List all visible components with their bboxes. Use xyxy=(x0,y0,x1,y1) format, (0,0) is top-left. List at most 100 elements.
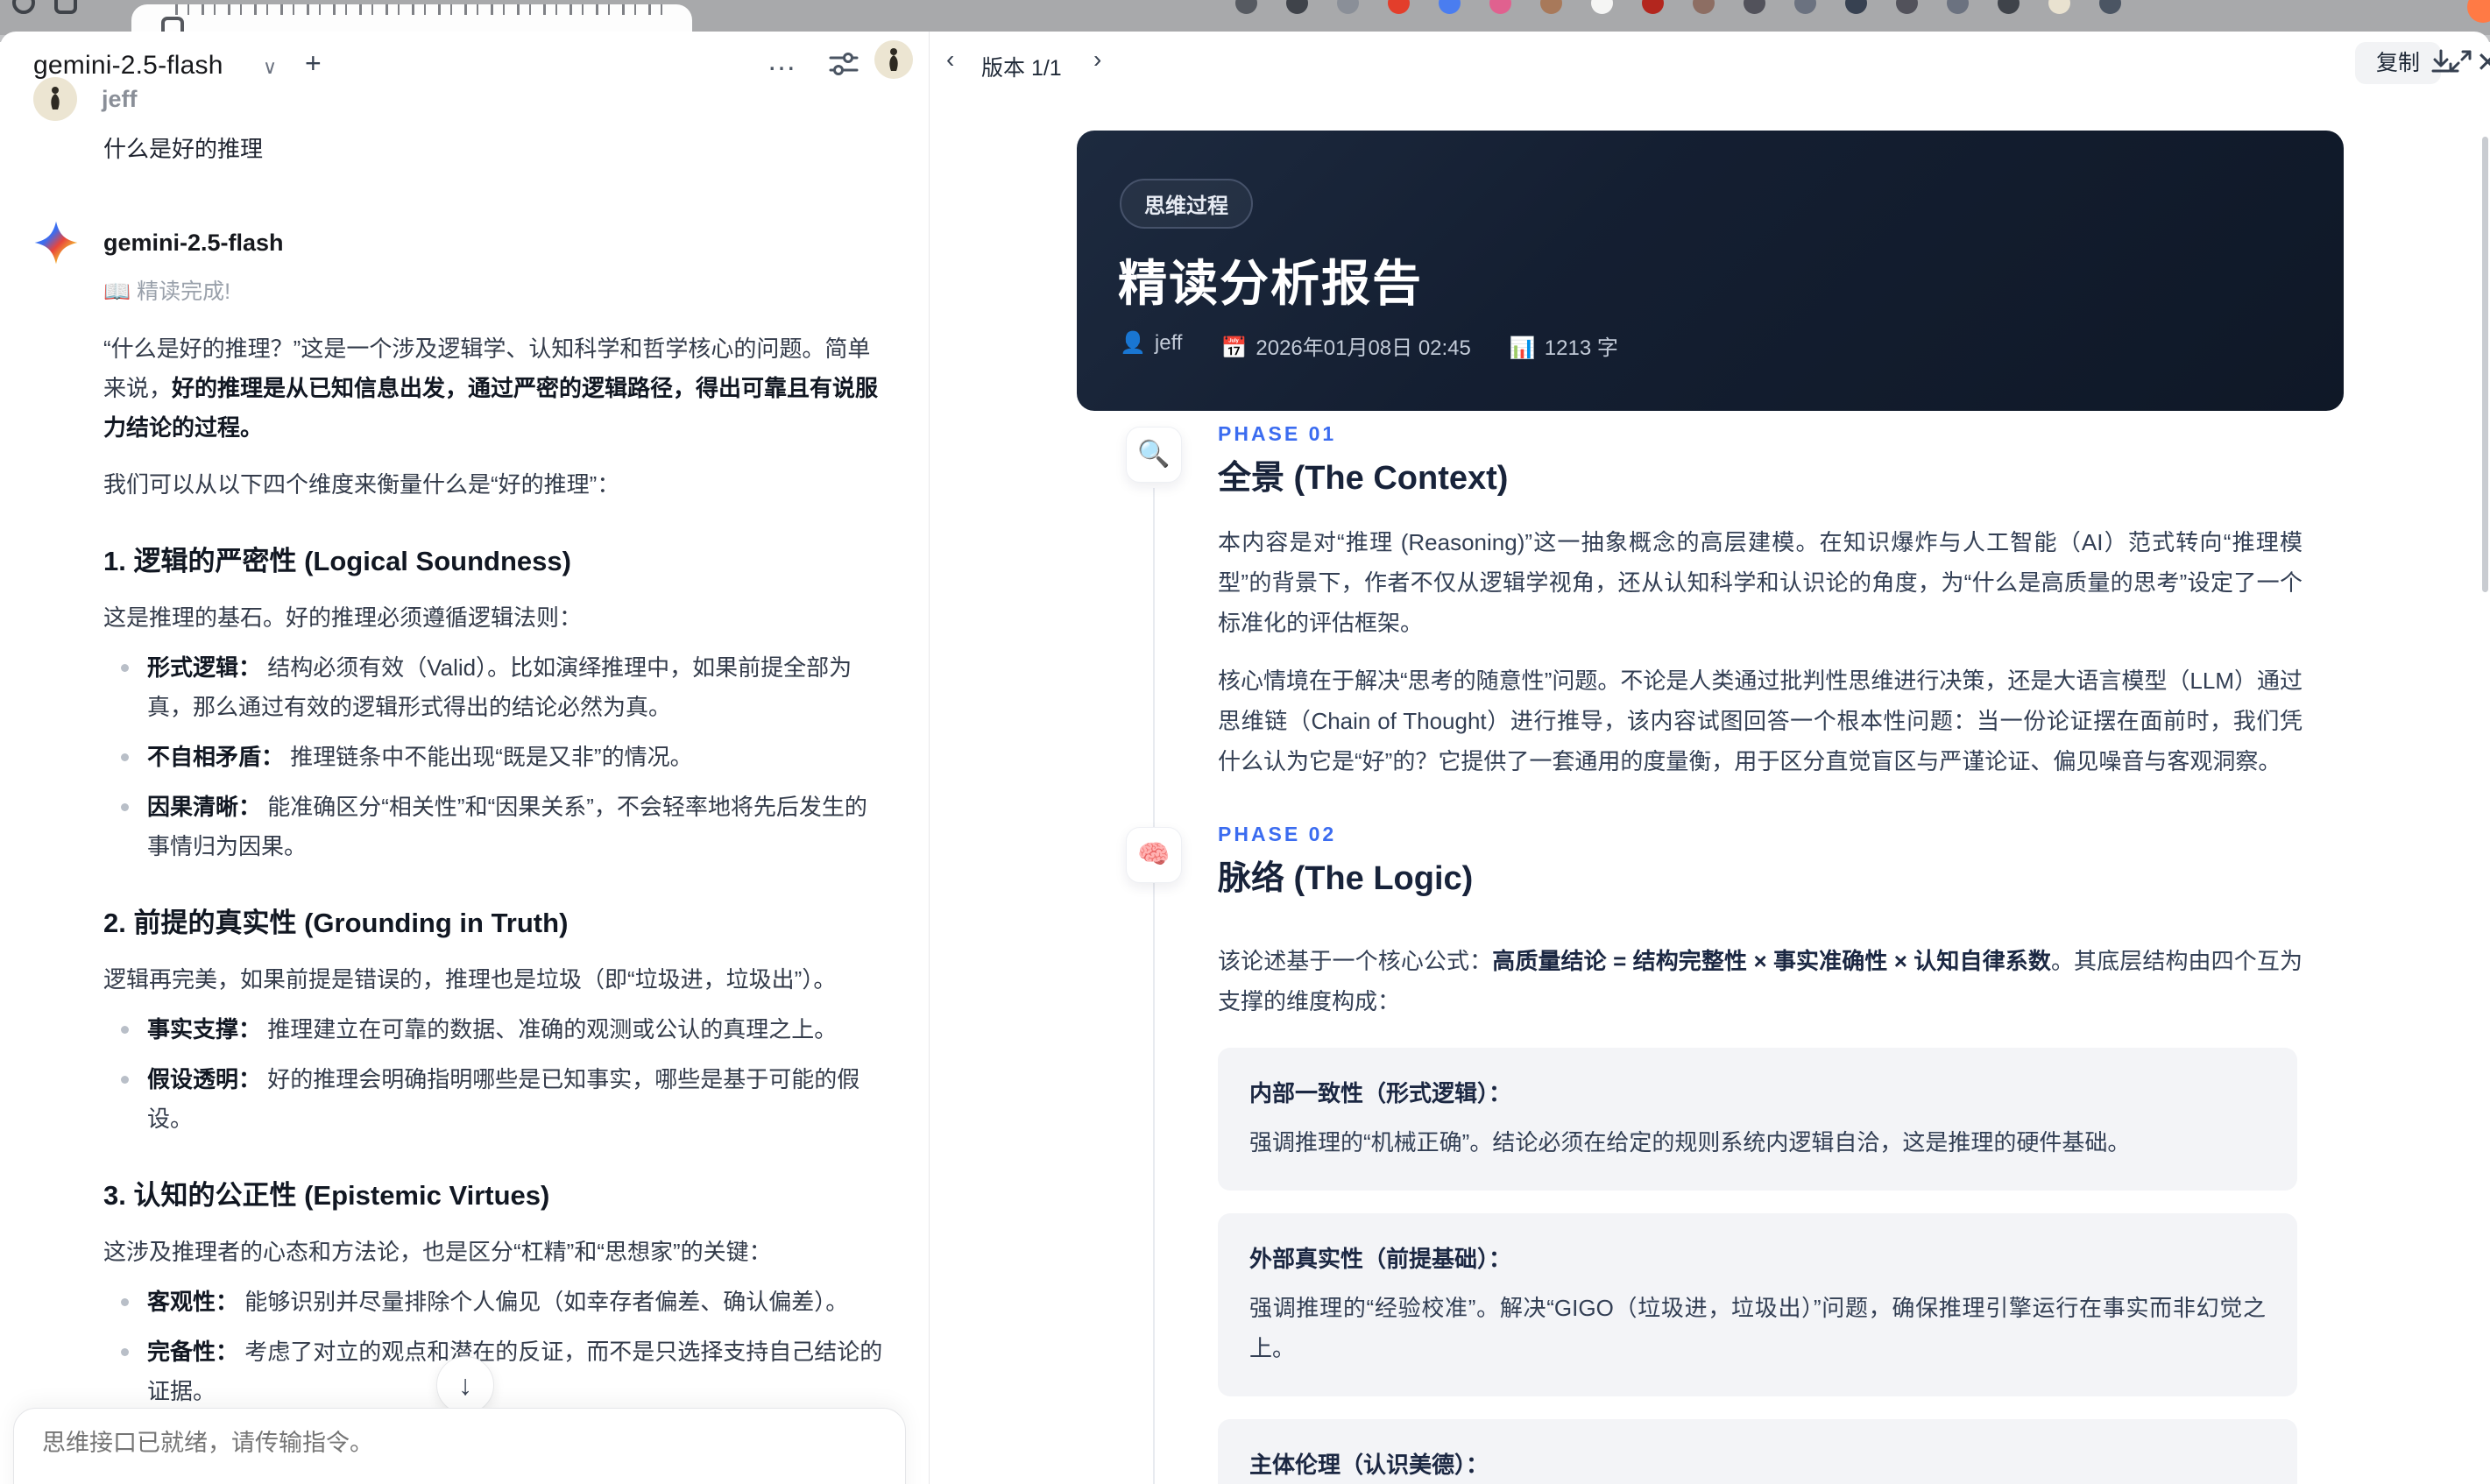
phase-2-label: PHASE 02 xyxy=(1218,823,1337,845)
list-item: 不自相矛盾： 推理链条中不能出现“既是又非”的情况。 xyxy=(103,738,888,777)
version-prev-button[interactable]: ‹ xyxy=(946,46,954,74)
report-title: 精读分析报告 xyxy=(1118,256,1423,311)
extension-icon[interactable] xyxy=(1744,0,1765,14)
section-2-title: 2. 前提的真实性 (Grounding in Truth) xyxy=(103,908,569,938)
list-item: 形式逻辑： 结构必须有效（Valid）。比如演绎推理中，如果前提全部为真，那么通… xyxy=(103,648,888,727)
extension-icons-row[interactable] xyxy=(1235,0,2121,14)
extension-icon[interactable] xyxy=(1845,0,1867,14)
arrow-down-icon: ↓ xyxy=(458,1369,472,1401)
extension-icon[interactable] xyxy=(1896,0,1918,14)
author-icon: 👤 xyxy=(1120,331,1146,355)
list-item: 因果清晰： 能准确区分“相关性”和“因果关系”，不会轻率地将先后发生的事情归为因… xyxy=(103,788,888,866)
card-text: 强调推理的“经验校准”。解决“GIGO（垃圾进，垃圾出）”问题，确保推理引擎运行… xyxy=(1249,1295,2266,1361)
browser-chrome xyxy=(0,0,2490,35)
card-title: 内部一致性（形式逻辑）： xyxy=(1249,1080,1512,1106)
extension-icon[interactable] xyxy=(1489,0,1511,14)
extension-icon[interactable] xyxy=(1235,0,1257,14)
chart-icon: 📊 xyxy=(1509,336,1536,360)
dimension-card: 内部一致性（形式逻辑）： 强调推理的“机械正确”。结论必须在给定的规则系统内逻辑… xyxy=(1218,1048,2297,1191)
dimension-card: 外部真实性（前提基础）： 强调推理的“经验校准”。解决“GIGO（垃圾进，垃圾出… xyxy=(1218,1213,2297,1396)
extension-icon[interactable] xyxy=(1693,0,1715,14)
app-window: gemini-2.5-flash ∨ + … ‹ 版本 1/1 › 复制 ✕ j… xyxy=(0,32,2490,1484)
user-avatar[interactable] xyxy=(874,40,913,79)
chevron-down-icon[interactable]: ∨ xyxy=(263,56,277,79)
extension-icon[interactable] xyxy=(1998,0,2020,14)
phase-1-label: PHASE 01 xyxy=(1218,422,1337,445)
timeline-connector xyxy=(1153,883,1155,1484)
report-wordcount: 1213 字 xyxy=(1544,336,1618,360)
extension-icon[interactable] xyxy=(1540,0,1562,14)
assistant-markdown: “什么是好的推理？”这是一个涉及逻辑学、认知科学和哲学核心的问题。简单来说，好的… xyxy=(103,329,888,1484)
section-2-desc: 逻辑再完美，如果前提是错误的，推理也是垃圾（即“垃圾进，垃圾出”）。 xyxy=(103,966,837,993)
tab-url-text xyxy=(175,4,666,15)
book-icon: 📖 xyxy=(103,279,131,304)
more-menu-button[interactable]: … xyxy=(767,44,798,78)
new-chat-button[interactable]: + xyxy=(305,47,322,80)
section-1-list: 形式逻辑： 结构必须有效（Valid）。比如演绎推理中，如果前提全部为真，那么通… xyxy=(103,648,888,866)
report-meta: 👤 jeff 📅 2026年01月08日 02:45 📊 1213 字 xyxy=(1120,330,1618,361)
phase-1-icon-card: 🔍 xyxy=(1126,427,1182,483)
phase-1-paragraph-2: 核心情境在于解决“思考的随意性”问题。不论是人类通过批判性思维进行决策，还是大语… xyxy=(1218,668,2303,774)
jeff-avatar xyxy=(33,77,77,121)
browser-tab[interactable] xyxy=(131,4,692,35)
chat-thread: jeff 什么是好的推理 gemini-2.5-flash 📖 精读完成! “什… xyxy=(33,77,909,1484)
section-3-title: 3. 认知的公正性 (Epistemic Virtues) xyxy=(103,1180,550,1211)
extension-icon-orange[interactable] xyxy=(2467,0,2490,23)
phase-1-paragraph-1: 本内容是对“推理 (Reasoning)”这一抽象概念的高层建模。在知识爆炸与人… xyxy=(1218,529,2303,636)
user-name: jeff xyxy=(102,85,138,112)
list-item: 假设透明： 好的推理会明确指明哪些是已知事实，哪些是基于可能的假设。 xyxy=(103,1060,888,1139)
section-1-title: 1. 逻辑的严密性 (Logical Soundness) xyxy=(103,546,571,576)
extension-icon[interactable] xyxy=(1947,0,1969,14)
card-text: 强调推理的“机械正确”。结论必须在给定的规则系统内逻辑自洽，这是推理的硬件基础。 xyxy=(1249,1129,2131,1155)
brain-icon: 🧠 xyxy=(1137,840,1171,869)
report-badge: 思维过程 xyxy=(1120,179,1253,229)
report-author: jeff xyxy=(1154,331,1183,355)
user-message-header: jeff xyxy=(33,77,909,121)
section-3-desc: 这涉及推理者的心态和方法论，也是区分“杠精”和“思想家”的关键： xyxy=(103,1239,772,1265)
section-2-list: 事实支撑： 推理建立在可靠的数据、准确的观测或公认的真理之上。 假设透明： 好的… xyxy=(103,1010,888,1139)
calendar-icon: 📅 xyxy=(1220,336,1248,360)
list-item: 事实支撑： 推理建立在可靠的数据、准确的观测或公认的真理之上。 xyxy=(103,1010,888,1049)
report-date: 2026年01月08日 02:45 xyxy=(1256,336,1471,360)
phase-1-title: 全景 (The Context) xyxy=(1218,460,1509,497)
extension-icon[interactable] xyxy=(2099,0,2121,14)
report-scrollbar[interactable] xyxy=(2482,137,2488,592)
list-item: 客观性： 能够识别并尽量排除个人偏见（如幸存者偏差、确认偏差）。 xyxy=(103,1283,888,1322)
browser-back-icon[interactable] xyxy=(12,0,35,14)
intro-paragraph: “什么是好的推理？”这是一个涉及逻辑学、认知科学和哲学核心的问题。简单来说，好的… xyxy=(103,336,879,441)
panel-divider xyxy=(929,32,930,1484)
extension-icon[interactable] xyxy=(1337,0,1359,14)
composer: + xyxy=(13,1408,906,1484)
version-label: 版本 1/1 xyxy=(981,56,1062,81)
user-message: 什么是好的推理 xyxy=(103,136,264,162)
model-selector[interactable]: gemini-2.5-flash xyxy=(33,51,223,81)
extension-icon[interactable] xyxy=(1439,0,1461,14)
gemini-icon xyxy=(34,221,78,265)
extension-icon[interactable] xyxy=(1388,0,1410,14)
phase-2-icon-card: 🧠 xyxy=(1126,827,1182,883)
dimension-card: 主体伦理（认识美德）： 转向推理者的心理特征。引入奥卡姆剃刀和反向论证，旨在克服… xyxy=(1218,1419,2297,1484)
extension-icon[interactable] xyxy=(1591,0,1613,14)
assistant-name: gemini-2.5-flash xyxy=(103,229,284,256)
extension-icon[interactable] xyxy=(1642,0,1664,14)
fullscreen-icon[interactable] xyxy=(2444,46,2479,81)
section-1-desc: 这是推理的基石。好的推理必须遵循逻辑法则： xyxy=(103,604,583,631)
card-title: 主体伦理（认识美德）： xyxy=(1249,1452,1489,1478)
report-header-card: 思维过程 精读分析报告 👤 jeff 📅 2026年01月08日 02:45 📊 12… xyxy=(1077,131,2344,411)
version-next-button[interactable]: › xyxy=(1093,46,1101,74)
extension-icon[interactable] xyxy=(1286,0,1308,14)
assistant-status: 📖 精读完成! xyxy=(103,279,231,304)
assistant-message: gemini-2.5-flash 📖 精读完成! “什么是好的推理？”这是一个涉… xyxy=(33,220,909,1484)
list-item: 完备性： 考虑了对立的观点和潜在的反证，而不是只选择支持自己结论的证据。 xyxy=(103,1332,888,1411)
message-input[interactable] xyxy=(42,1430,831,1457)
browser-apps-icon[interactable] xyxy=(54,0,77,14)
phase-2-title: 脉络 (The Logic) xyxy=(1218,860,1474,897)
close-icon[interactable]: ✕ xyxy=(2476,46,2490,79)
screen: gemini-2.5-flash ∨ + … ‹ 版本 1/1 › 复制 ✕ j… xyxy=(0,0,2490,1484)
magnifier-icon: 🔍 xyxy=(1137,440,1171,469)
lead-paragraph: 我们可以从以下四个维度来衡量什么是“好的推理”： xyxy=(103,471,620,498)
extension-icon[interactable] xyxy=(2048,0,2070,14)
card-title: 外部真实性（前提基础）： xyxy=(1249,1246,1512,1272)
scroll-to-bottom-button[interactable]: ↓ xyxy=(436,1356,494,1414)
extension-icon[interactable] xyxy=(1794,0,1816,14)
